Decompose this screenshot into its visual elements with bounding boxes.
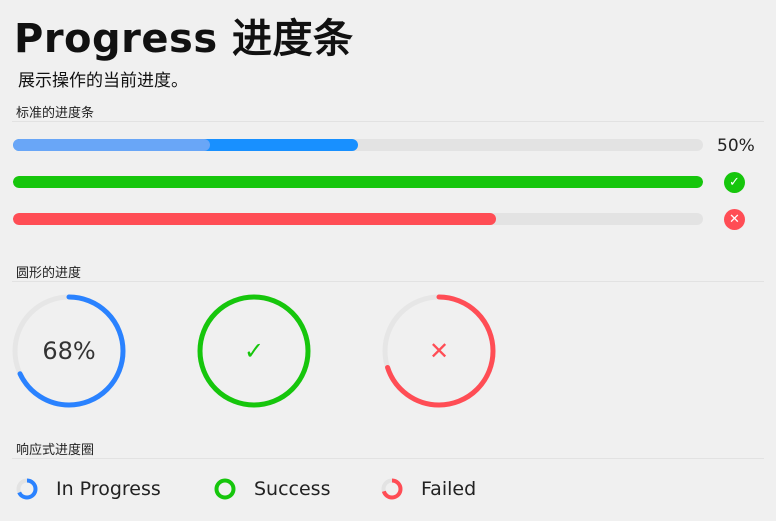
section-title-circle: 圆形的进度 <box>16 266 82 281</box>
legend-label: Success <box>254 478 331 500</box>
progress-bar-normal <box>13 139 703 151</box>
section-divider <box>12 121 764 122</box>
progress-bar-success <box>13 176 703 188</box>
progress-bar-fill <box>13 176 703 188</box>
legend-success: Success <box>214 476 330 502</box>
check-icon: ✓ <box>243 337 265 365</box>
close-icon: ✕ <box>724 209 745 230</box>
legend-in-progress: In Progress <box>16 476 161 502</box>
progress-bar-secondary-fill <box>13 139 210 151</box>
progress-ring-icon <box>16 478 38 500</box>
page-subtitle: 展示操作的当前进度。 <box>18 71 188 91</box>
section-title-standard: 标准的进度条 <box>16 106 95 121</box>
failed-ring-icon <box>381 478 403 500</box>
section-title-responsive: 响应式进度圈 <box>16 443 95 458</box>
check-icon: ✓ <box>724 172 745 193</box>
legend-label: In Progress <box>56 478 161 500</box>
legend-failed: Failed <box>381 476 476 502</box>
progress-bar-exception <box>13 213 703 225</box>
section-divider <box>12 458 764 459</box>
page-title: Progress 进度条 <box>14 16 354 62</box>
close-icon: ✕ <box>428 337 450 365</box>
progress-circle-normal: 68% <box>12 294 126 408</box>
progress-circle-percent-text: 68% <box>42 337 96 365</box>
progress-circle-exception: ✕ <box>382 294 496 408</box>
progress-circle-success: ✓ <box>197 294 311 408</box>
success-ring-icon <box>214 478 236 500</box>
legend-label: Failed <box>421 478 477 500</box>
progress-bar-fill <box>13 213 496 225</box>
progress-bar-percent-text: 50% <box>717 136 755 156</box>
section-divider <box>12 281 764 282</box>
